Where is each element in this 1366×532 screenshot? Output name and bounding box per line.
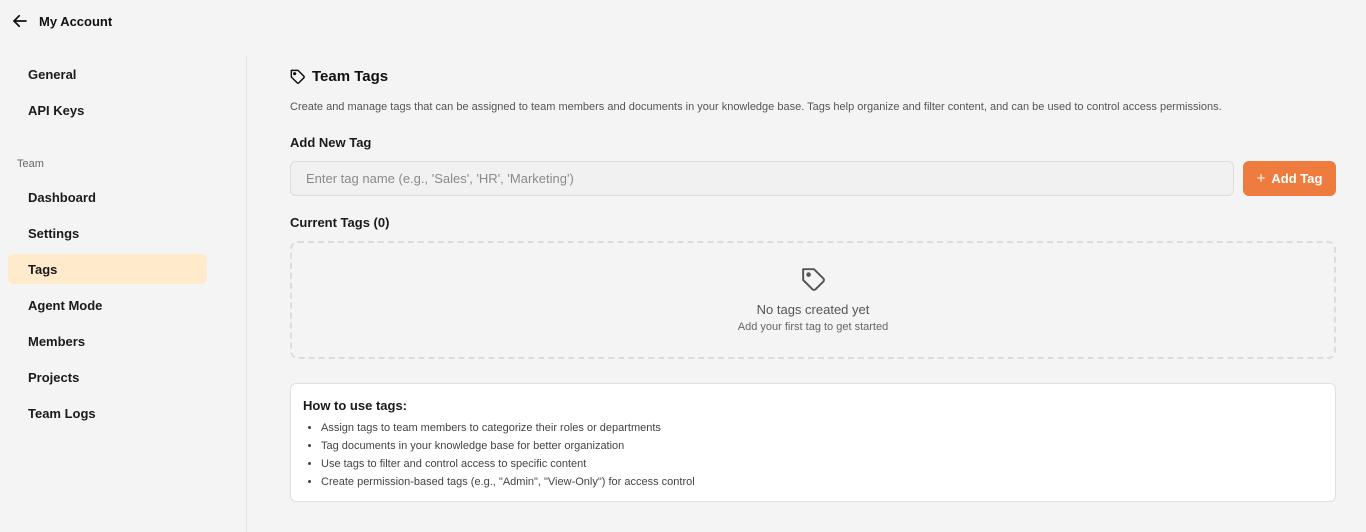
empty-state-subtitle: Add your first tag to get started xyxy=(737,321,889,333)
tag-icon xyxy=(801,267,827,293)
list-item: Use tags to filter and control access to… xyxy=(321,455,1323,473)
page-title: Team Tags xyxy=(312,68,389,85)
sidebar-item-projects[interactable]: Projects xyxy=(8,362,207,392)
add-tag-label: Add New Tag xyxy=(290,135,372,150)
current-tags-label: Current Tags (0) xyxy=(290,215,390,230)
sidebar-item-team-logs[interactable]: Team Logs xyxy=(8,398,207,428)
page-header-title: My Account xyxy=(39,13,113,29)
page-title-row: Team Tags xyxy=(290,68,388,85)
settings-sidebar: General API Keys Team Dashboard Settings… xyxy=(0,56,247,532)
add-tag-button-label: Add Tag xyxy=(1271,171,1323,186)
sidebar-item-tags[interactable]: Tags xyxy=(8,254,207,284)
list-item: Tag documents in your knowledge base for… xyxy=(321,437,1323,455)
how-to-title: How to use tags: xyxy=(303,398,408,413)
plus-icon: + xyxy=(1256,170,1266,187)
how-to-use-tags-panel: How to use tags: Assign tags to team mem… xyxy=(290,383,1336,502)
tag-name-input[interactable] xyxy=(290,161,1234,196)
sidebar-section-team-label: Team xyxy=(17,158,44,170)
how-to-list: Assign tags to team members to categoriz… xyxy=(303,419,1323,491)
empty-state-title: No tags created yet xyxy=(756,302,870,317)
top-bar: My Account xyxy=(0,0,1366,42)
add-tag-button[interactable]: + Add Tag xyxy=(1243,161,1336,196)
sidebar-item-api-keys[interactable]: API Keys xyxy=(8,95,207,125)
arrow-left-icon[interactable] xyxy=(10,11,30,31)
empty-tags-state: No tags created yet Add your first tag t… xyxy=(290,241,1336,359)
sidebar-item-members[interactable]: Members xyxy=(8,326,207,356)
sidebar-item-dashboard[interactable]: Dashboard xyxy=(8,182,207,212)
page-description: Create and manage tags that can be assig… xyxy=(290,101,1222,113)
tag-icon xyxy=(290,69,306,85)
list-item: Assign tags to team members to categoriz… xyxy=(321,419,1323,437)
sidebar-item-agent-mode[interactable]: Agent Mode xyxy=(8,290,207,320)
sidebar-item-general[interactable]: General xyxy=(8,59,207,89)
list-item: Create permission-based tags (e.g., "Adm… xyxy=(321,473,1323,491)
sidebar-item-settings[interactable]: Settings xyxy=(8,218,207,248)
